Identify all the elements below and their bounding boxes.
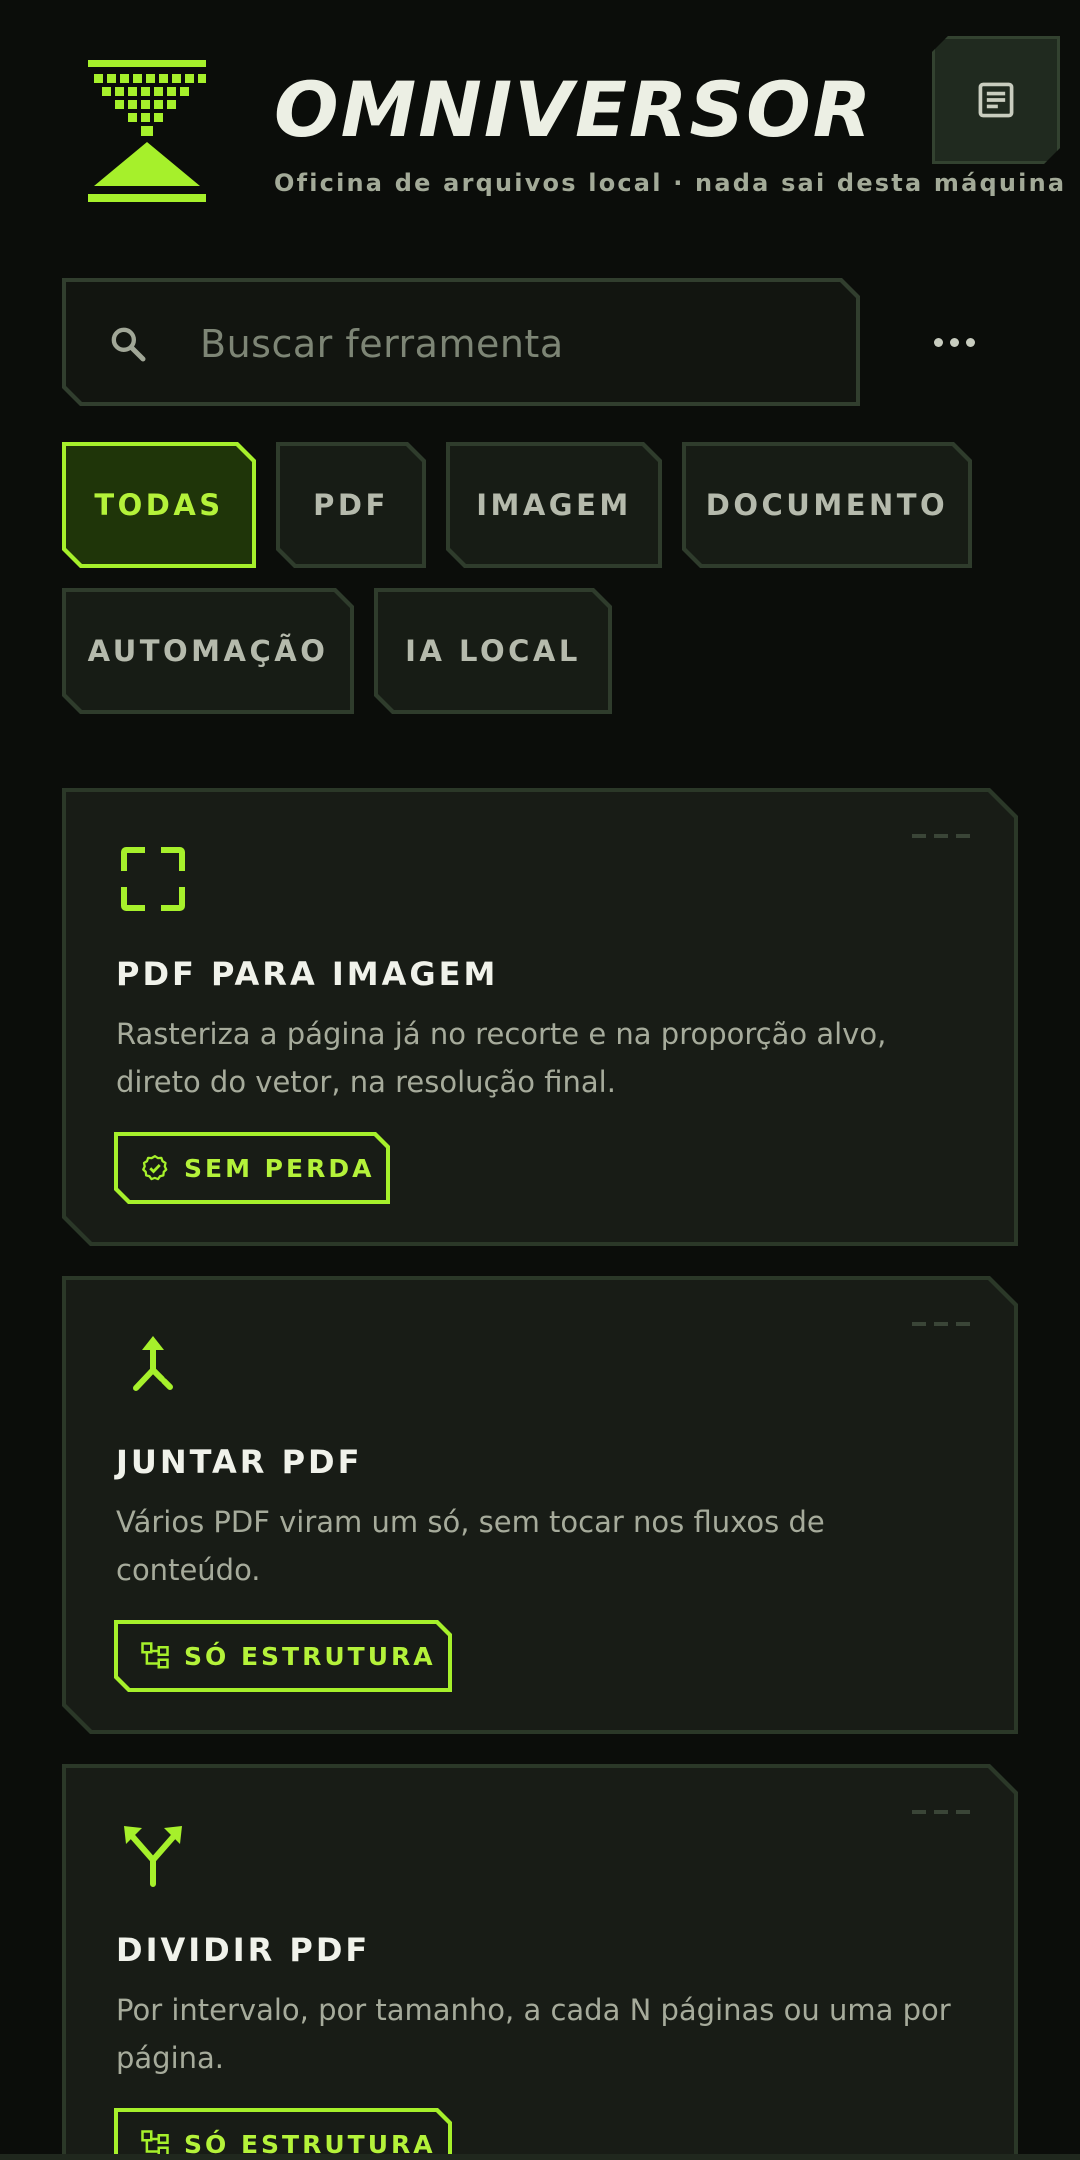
tool-description: Por intervalo, por tamanho, a cada N pág…	[116, 1993, 951, 2075]
hourglass-logo	[88, 60, 206, 202]
tool-card-pdf-para-imagem[interactable]: PDF PARA IMAGEM Rasteriza a página já no…	[62, 788, 1018, 1246]
search-box[interactable]: Buscar ferramenta	[62, 278, 860, 406]
more-horizontal-icon	[933, 337, 943, 347]
merge-icon	[118, 1332, 188, 1402]
badge-label: SÓ ESTRUTURA	[184, 1641, 436, 1671]
filter-chip-automacao[interactable]: AUTOMAÇÃO	[62, 588, 354, 714]
docs-button[interactable]	[932, 36, 1060, 164]
split-icon	[118, 1820, 188, 1890]
filter-chip-label: IA LOCAL	[378, 592, 608, 710]
filter-chip-label: TODAS	[66, 446, 252, 564]
tool-title: DIVIDIR PDF	[116, 1931, 371, 1969]
filter-chip-label: AUTOMAÇÃO	[66, 592, 350, 710]
filter-chip-ia-local[interactable]: IA LOCAL	[374, 588, 612, 714]
tool-description: Vários PDF viram um só, sem tocar nos fl…	[116, 1505, 825, 1587]
bottom-edge	[0, 2154, 1080, 2160]
tool-badge: SÓ ESTRUTURA	[114, 2108, 452, 2160]
tool-title: JUNTAR PDF	[116, 1443, 363, 1481]
app-screen: OMNIVERSOR Oficina de arquivos local · n…	[0, 0, 1080, 2160]
filter-chip-label: DOCUMENTO	[686, 446, 968, 564]
tool-title: PDF PARA IMAGEM	[116, 955, 499, 993]
search-icon	[108, 324, 148, 364]
more-options-button[interactable]	[922, 302, 986, 382]
filter-chip-label: PDF	[280, 446, 422, 564]
tool-badge: SEM PERDA	[114, 1132, 390, 1204]
filter-chip-todas[interactable]: TODAS	[62, 442, 256, 568]
tool-badge: SÓ ESTRUTURA	[114, 1620, 452, 1692]
tool-card-juntar-pdf[interactable]: JUNTAR PDF Vários PDF viram um só, sem t…	[62, 1276, 1018, 1734]
card-dash-decoration	[912, 834, 972, 840]
app-title: OMNIVERSOR	[274, 65, 874, 154]
fullscreen-crop-icon	[118, 844, 188, 914]
badge-label: SEM PERDA	[184, 1153, 375, 1183]
document-icon	[974, 78, 1018, 122]
card-dash-decoration	[912, 1322, 972, 1328]
tool-description: Rasteriza a página já no recorte e na pr…	[116, 1017, 887, 1099]
filter-chip-documento[interactable]: DOCUMENTO	[682, 442, 972, 568]
verified-check-icon	[140, 1153, 170, 1183]
search-input[interactable]: Buscar ferramenta	[200, 316, 564, 372]
filter-chip-imagem[interactable]: IMAGEM	[446, 442, 662, 568]
filter-chip-label: IMAGEM	[450, 446, 658, 564]
tool-card-dividir-pdf[interactable]: DIVIDIR PDF Por intervalo, por tamanho, …	[62, 1764, 1018, 2160]
structure-tree-icon	[140, 1641, 170, 1671]
filter-chip-pdf[interactable]: PDF	[276, 442, 426, 568]
card-dash-decoration	[912, 1810, 972, 1816]
app-subtitle: Oficina de arquivos local · nada sai des…	[274, 169, 1067, 197]
